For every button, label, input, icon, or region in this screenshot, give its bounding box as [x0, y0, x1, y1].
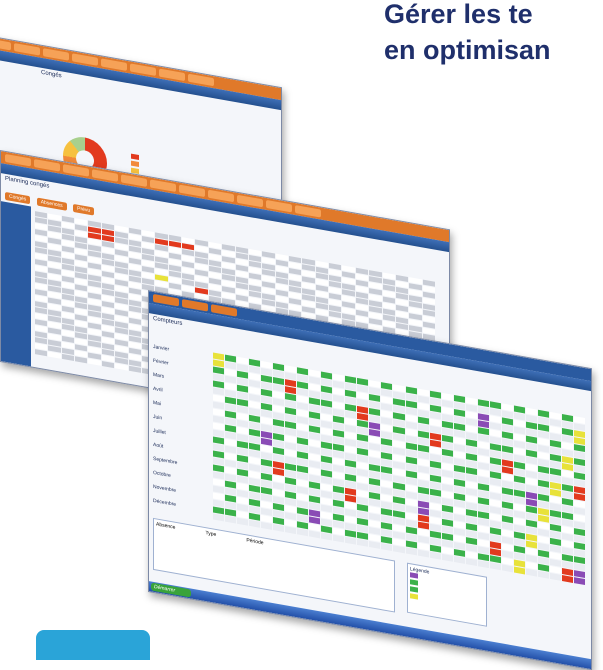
- calendar-cell: [417, 549, 429, 558]
- calendar-cell: [477, 560, 489, 569]
- calendar-cell: [261, 521, 273, 530]
- middle-sidebar: [1, 201, 31, 367]
- calendar-cell: [393, 545, 405, 554]
- headline: Gérer les te en optimisan: [384, 0, 551, 68]
- calendar-cell: [573, 577, 585, 586]
- calendar-cell: [405, 547, 417, 556]
- calendar-cell: [237, 517, 249, 526]
- headline-line-1: Gérer les te: [384, 0, 533, 29]
- start-button[interactable]: Démarrer: [151, 582, 191, 598]
- calendar-cell: [465, 558, 477, 566]
- col-type: Type: [205, 530, 217, 539]
- planning-cell: [115, 363, 128, 371]
- calendar-cell: [525, 568, 537, 577]
- calendar-cell: [345, 536, 357, 545]
- month-list: Janvier Février Mars Avril Mai Juin Juillet Aoû…: [153, 340, 213, 519]
- calendar-cell: [561, 574, 573, 583]
- back-panel-title: Congés: [41, 69, 62, 80]
- tab-absences[interactable]: Absences: [36, 197, 67, 211]
- planning-cell: [61, 353, 75, 362]
- tab-prevu[interactable]: Prévu: [73, 203, 95, 216]
- calendar-cell: [369, 541, 381, 549]
- calendar-cell: [309, 530, 321, 539]
- col-absence: Absence: [156, 521, 176, 531]
- calendar-cell: [297, 528, 309, 537]
- legend-panel: Légende: [407, 562, 487, 627]
- planning-cell: [128, 365, 141, 373]
- planning-cell: [75, 356, 88, 364]
- planning-cell: [48, 351, 61, 359]
- calendar-cell: [225, 515, 237, 524]
- calendar-cell: [537, 570, 549, 579]
- calendar-cell: [357, 538, 369, 547]
- calendar-cell: [273, 524, 285, 533]
- calendar-cell: [249, 519, 261, 528]
- planning-cell: [35, 349, 48, 357]
- calendar-cell: [285, 526, 297, 535]
- headline-line-2: en optimisan: [384, 35, 551, 65]
- calendar-cell: [441, 553, 453, 562]
- calendar-cell: [333, 534, 345, 543]
- planning-cell: [101, 360, 115, 369]
- calendar-cell: [321, 532, 333, 541]
- calendar-cell: [381, 543, 393, 552]
- calendar-cell: [453, 555, 465, 564]
- front-screenshot: Compteurs Janvier Février Mars Avril Mai Juin…: [148, 290, 592, 670]
- corner-tab: [36, 630, 150, 660]
- calendar-cell: [501, 564, 513, 573]
- calendar-cell: [429, 551, 441, 560]
- calendar-cell: [489, 562, 501, 571]
- planning-cell: [88, 358, 101, 366]
- calendar-cell: [213, 513, 225, 522]
- col-periode: Période: [246, 537, 264, 547]
- calendar-cell: [513, 566, 525, 575]
- calendar-cell: [549, 572, 561, 581]
